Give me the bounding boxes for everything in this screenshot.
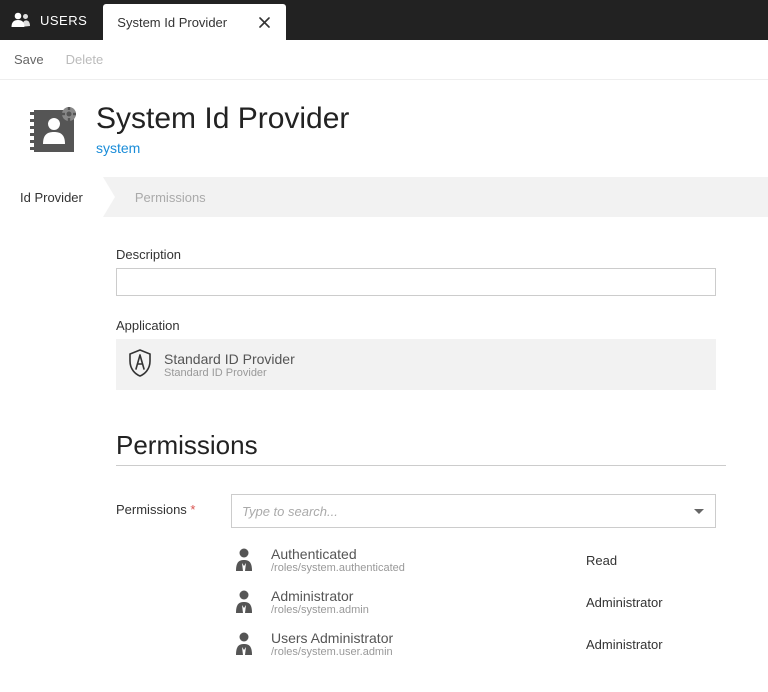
- chevron-right-icon: [103, 177, 115, 217]
- form-area: Description Application Standard ID Prov…: [28, 247, 740, 672]
- search-placeholder: Type to search...: [242, 504, 338, 519]
- app-label: USERS: [0, 0, 103, 40]
- section-permissions-title: Permissions: [116, 430, 726, 466]
- description-label: Description: [116, 247, 740, 262]
- principal-text: Users Administrator/roles/system.user.ad…: [271, 630, 572, 658]
- person-icon: [231, 631, 257, 657]
- permissions-search-combo[interactable]: Type to search...: [231, 494, 716, 528]
- principal-role: Administrator: [586, 636, 716, 652]
- application-sub: Standard ID Provider: [164, 367, 295, 379]
- person-icon: [231, 547, 257, 573]
- permissions-row: Permissions * Type to search... Authenti…: [116, 494, 740, 672]
- required-indicator: *: [190, 502, 195, 517]
- principal-name: Authenticated: [271, 546, 572, 562]
- app-label-text: USERS: [40, 13, 87, 28]
- tab-title: System Id Provider: [117, 15, 227, 30]
- description-input[interactable]: [116, 268, 716, 296]
- top-bar: USERS System Id Provider: [0, 0, 768, 40]
- principal-row[interactable]: Administrator/roles/system.adminAdminist…: [231, 588, 716, 616]
- application-name: Standard ID Provider: [164, 351, 295, 367]
- page-header: System Id Provider system: [28, 102, 740, 159]
- tab-active[interactable]: System Id Provider: [103, 4, 286, 40]
- principal-row[interactable]: Users Administrator/roles/system.user.ad…: [231, 630, 716, 658]
- principal-text: Authenticated/roles/system.authenticated: [271, 546, 572, 574]
- content-area: System Id Provider system Id Provider Pe…: [0, 80, 768, 692]
- application-box[interactable]: Standard ID Provider Standard ID Provide…: [116, 339, 716, 390]
- principal-name: Users Administrator: [271, 630, 572, 646]
- field-description: Description: [116, 247, 740, 296]
- page-subtitle[interactable]: system: [96, 140, 349, 156]
- permissions-body: Type to search... Authenticated/roles/sy…: [231, 494, 716, 672]
- permissions-label-text: Permissions: [116, 502, 187, 517]
- application-label: Application: [116, 318, 740, 333]
- person-icon: [231, 589, 257, 615]
- wizard-step-permissions[interactable]: Permissions: [115, 177, 226, 217]
- principal-path: /roles/system.authenticated: [271, 562, 572, 574]
- principal-role: Read: [586, 552, 716, 568]
- principal-path: /roles/system.user.admin: [271, 646, 572, 658]
- delete-button[interactable]: Delete: [66, 52, 104, 67]
- principal-text: Administrator/roles/system.admin: [271, 588, 572, 616]
- save-button[interactable]: Save: [14, 52, 44, 67]
- wizard-step-label: Permissions: [135, 190, 206, 205]
- principal-role: Administrator: [586, 594, 716, 610]
- principal-name: Administrator: [271, 588, 572, 604]
- field-application: Application Standard ID Provider Standar…: [116, 318, 740, 390]
- principal-row[interactable]: Authenticated/roles/system.authenticated…: [231, 546, 716, 574]
- shield-icon: [128, 349, 152, 380]
- principal-path: /roles/system.admin: [271, 604, 572, 616]
- page-title: System Id Provider: [96, 102, 349, 136]
- permissions-list: Authenticated/roles/system.authenticated…: [231, 546, 716, 658]
- wizard-steps: Id Provider Permissions: [0, 177, 768, 217]
- chevron-down-icon: [693, 504, 705, 519]
- close-icon[interactable]: [257, 15, 272, 30]
- id-provider-icon: [28, 106, 78, 159]
- wizard-step-id-provider[interactable]: Id Provider: [0, 177, 103, 217]
- users-icon: [10, 11, 32, 29]
- action-bar: Save Delete: [0, 40, 768, 80]
- wizard-step-label: Id Provider: [20, 190, 83, 205]
- permissions-label: Permissions *: [116, 494, 231, 517]
